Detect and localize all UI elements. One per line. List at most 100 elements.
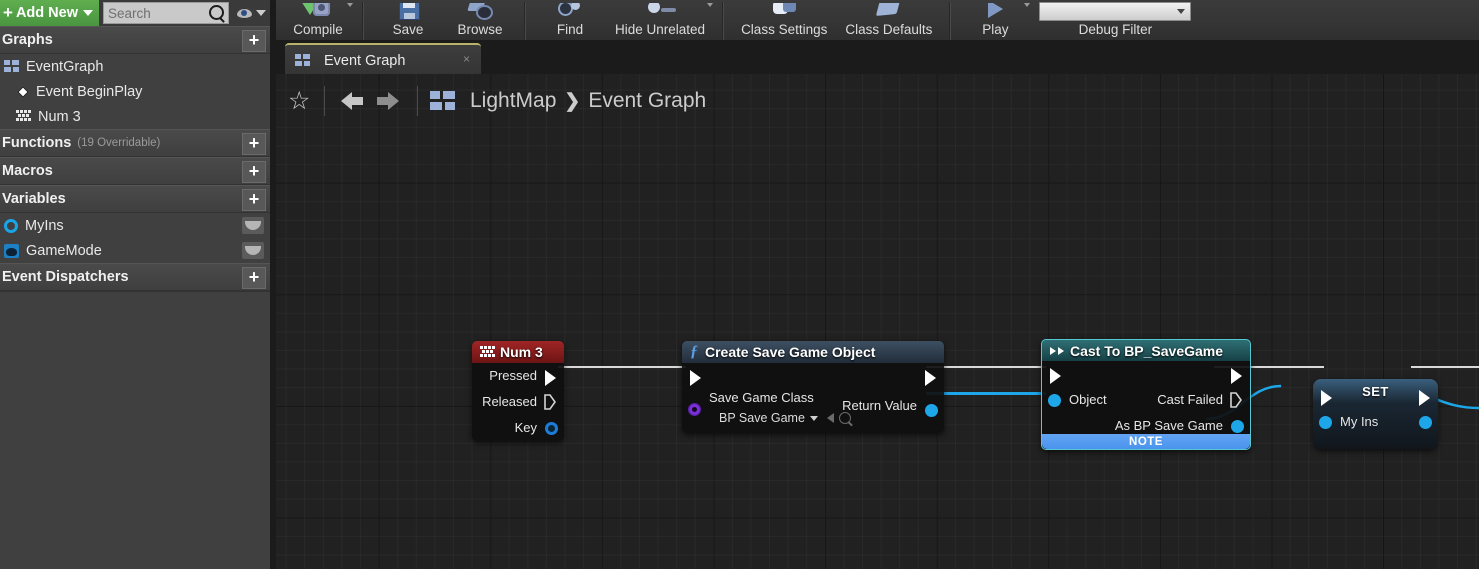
class-pin-save-game-class[interactable] — [688, 403, 701, 416]
section-title: Event Dispatchers — [2, 269, 129, 285]
add-macro-button[interactable]: + — [242, 161, 266, 183]
class-defaults-button[interactable]: Class Defaults — [836, 0, 941, 40]
sidebar-item-eventgraph[interactable]: EventGraph — [0, 54, 270, 79]
graph-icon — [4, 60, 20, 73]
section-title: Macros — [2, 163, 53, 179]
save-game-class-picker[interactable]: BP Save Game — [719, 411, 851, 425]
browse-back-icon[interactable] — [826, 413, 834, 423]
breadcrumb-current[interactable]: Event Graph — [588, 89, 706, 113]
data-pin-object[interactable] — [1048, 394, 1061, 407]
toolbar-divider — [524, 2, 526, 40]
close-icon[interactable]: × — [463, 53, 470, 65]
section-header-event-dispatchers[interactable]: Event Dispatchers + — [0, 263, 270, 291]
node-num-3[interactable]: Num 3 Pressed Released Key — [472, 341, 564, 441]
add-new-plus-icon: + — [3, 3, 13, 22]
sidebar-divider — [0, 291, 270, 292]
exec-pin-pressed[interactable] — [545, 370, 556, 386]
bookmark-star-icon[interactable]: ☆ — [288, 89, 312, 114]
play-button[interactable]: Play — [959, 0, 1031, 40]
breadcrumb-divider — [324, 86, 325, 116]
sidebar-item-myins[interactable]: MyIns — [0, 213, 270, 238]
search-icon — [208, 5, 224, 20]
variable-visibility-toggle[interactable] — [242, 217, 264, 234]
compile-button[interactable]: Compile — [282, 0, 354, 40]
node-header: Num 3 — [472, 341, 564, 363]
add-graph-button[interactable]: + — [242, 30, 266, 52]
class-settings-button[interactable]: Class Settings — [732, 0, 836, 40]
node-cast-to-bp-savegame[interactable]: Cast To BP_SaveGame Object Cast Failed A… — [1041, 339, 1251, 450]
node-create-save-game-object[interactable]: ƒ Create Save Game Object Save Game Clas… — [682, 341, 944, 433]
class-settings-label: Class Settings — [741, 22, 828, 37]
function-icon: ƒ — [690, 343, 698, 360]
exec-pin-in[interactable] — [690, 370, 701, 386]
class-settings-icon — [765, 3, 803, 21]
add-variable-button[interactable]: + — [242, 189, 266, 211]
data-pin-myins-in[interactable] — [1319, 416, 1332, 429]
node-body: Save Game Class BP Save Game Return Valu… — [682, 363, 944, 433]
exec-pin-released[interactable] — [544, 394, 556, 410]
add-new-button[interactable]: + Add New — [0, 0, 99, 26]
toolbar-group-graph: Find Hide Unrelated — [528, 0, 720, 40]
tab-event-graph[interactable]: Event Graph × — [285, 43, 481, 76]
exec-pin-out[interactable] — [925, 370, 936, 386]
visibility-options-button[interactable] — [235, 7, 266, 19]
debug-filter-combo[interactable] — [1039, 2, 1192, 21]
find-icon — [551, 3, 589, 21]
add-function-button[interactable]: + — [242, 133, 266, 155]
section-header-functions[interactable]: Functions (19 Overridable) + — [0, 129, 270, 157]
functions-overridable-count: (19 Overridable) — [77, 137, 161, 149]
exec-pin-in[interactable] — [1050, 368, 1061, 384]
sidebar-item-label: Event BeginPlay — [36, 83, 143, 100]
nav-back-button[interactable] — [337, 88, 371, 114]
pin-row: Released — [472, 389, 564, 415]
search-input[interactable]: Search — [102, 2, 229, 24]
sidebar-item-gamemode[interactable]: GameMode — [0, 238, 270, 263]
hide-unrelated-button[interactable]: Hide Unrelated — [606, 0, 714, 40]
toolbar-divider — [362, 2, 364, 40]
data-pin-return-value[interactable] — [925, 404, 938, 417]
exec-pin-in[interactable] — [1321, 390, 1332, 406]
graph-icon — [295, 54, 311, 67]
exec-pin-out[interactable] — [1419, 390, 1430, 406]
pin-row: Pressed — [472, 363, 564, 389]
toolbar-divider — [949, 2, 952, 40]
section-header-graphs[interactable]: Graphs + — [0, 26, 270, 54]
section-title: Graphs — [2, 32, 53, 48]
save-game-class-value: BP Save Game — [719, 411, 805, 425]
sidebar-item-label: GameMode — [26, 242, 102, 259]
section-header-variables[interactable]: Variables + — [0, 185, 270, 213]
node-set-myins[interactable]: SET My Ins — [1313, 379, 1438, 449]
compile-caret-icon[interactable] — [347, 3, 353, 7]
nav-forward-button[interactable] — [371, 88, 405, 114]
node-note-bar[interactable]: NOTE — [1042, 434, 1250, 449]
tab-label: Event Graph — [324, 52, 406, 69]
play-caret-icon[interactable] — [1024, 3, 1031, 7]
sidebar-item-event-beginplay[interactable]: Event BeginPlay — [0, 79, 270, 104]
hide-unrelated-caret-icon[interactable] — [707, 3, 714, 7]
find-button[interactable]: Find — [534, 0, 606, 40]
exec-pin-out[interactable] — [1231, 368, 1242, 384]
data-pin-myins-out[interactable] — [1419, 416, 1432, 429]
exec-wire-create-to-cast — [926, 366, 1046, 368]
graph-canvas[interactable]: ☆ LightMap ❯ Event Graph Num 3 Pressed R… — [276, 74, 1479, 569]
add-event-dispatcher-button[interactable]: + — [242, 267, 266, 289]
browse-button[interactable]: Browse — [444, 0, 516, 40]
data-wire-return-to-object — [926, 392, 1046, 395]
main-toolbar: Compile Save Browse Find Hide Unrelated … — [276, 0, 1479, 41]
toolbar-group-class: Class Settings Class Defaults — [726, 0, 947, 40]
node-title: Cast To BP_SaveGame — [1070, 342, 1224, 359]
section-header-macros[interactable]: Macros + — [0, 157, 270, 185]
blueprint-editor-window: Compile Save Browse Find Hide Unrelated … — [0, 0, 1479, 569]
class-defaults-label: Class Defaults — [845, 22, 933, 37]
node-title: Create Save Game Object — [705, 344, 876, 360]
data-pin-as-bp-save-game[interactable] — [1231, 420, 1244, 433]
sidebar-item-num-3[interactable]: Num 3 — [0, 104, 270, 129]
breadcrumb-root[interactable]: LightMap — [470, 89, 556, 113]
variable-visibility-toggle[interactable] — [242, 242, 264, 259]
node-body: Pressed Released Key — [472, 363, 564, 441]
sidebar-item-label: MyIns — [25, 217, 64, 234]
key-input-icon — [16, 109, 32, 124]
data-pin-key[interactable] — [545, 422, 558, 435]
exec-pin-cast-failed[interactable] — [1230, 392, 1242, 408]
save-button[interactable]: Save — [372, 0, 444, 40]
